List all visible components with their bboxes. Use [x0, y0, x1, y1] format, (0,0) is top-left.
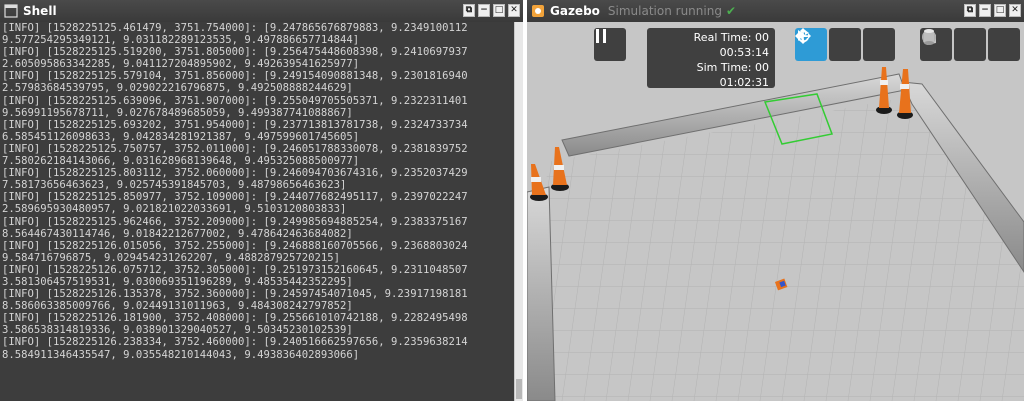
scrollbar-thumb[interactable] [516, 379, 522, 399]
close-button[interactable]: ✕ [508, 4, 520, 17]
time-display: Real Time: 00 00:53:14 Sim Time: 00 01:0… [647, 28, 775, 89]
shell-line: [INFO] [1528225125.803112, 3752.060000]:… [2, 167, 468, 180]
shell-line: [INFO] [1528225126.135378, 3752.360000]:… [2, 288, 468, 301]
shell-line: 2.57983684539795, 9.029022216796875, 9.4… [2, 82, 353, 95]
restore-button[interactable]: ⧉ [463, 4, 475, 17]
maximize-button[interactable]: □ [493, 4, 505, 17]
pause-button[interactable] [594, 28, 626, 61]
rotate-icon [797, 30, 809, 43]
minimize-button[interactable]: − [478, 4, 490, 17]
shell-line: [INFO] [1528225125.850977, 3752.109000]:… [2, 191, 468, 204]
shell-titlebar[interactable]: Shell ⧉ − □ ✕ [0, 0, 523, 22]
check-icon: ✔ [725, 4, 737, 18]
manipulation-toolbar [795, 28, 895, 61]
rotate-mode-button[interactable] [797, 28, 895, 61]
shell-line: [INFO] [1528225126.181900, 3752.408000]:… [2, 312, 468, 325]
shell-line: 8.586063385009766, 9.02449131011963, 9.4… [2, 300, 353, 313]
shapes-toolbar [920, 28, 1020, 61]
shell-output[interactable]: [INFO] [1528225125.461479, 3751.754000]:… [0, 22, 514, 401]
cylinder-icon [924, 29, 934, 45]
shell-line: 7.58173656463623, 9.025745391845703, 9.4… [2, 179, 347, 192]
shell-line: [INFO] [1528225125.693202, 3751.954000]:… [2, 118, 468, 131]
shell-line: 3.581306457519531, 9.030069351196289, 9.… [2, 275, 353, 288]
insert-sphere-button[interactable] [922, 28, 986, 61]
shell-line: [INFO] [1528225125.750757, 3752.011000]:… [2, 142, 468, 155]
gazebo-3d-viewport[interactable]: Real Time: 00 00:53:14 Sim Time: 00 01:0… [527, 22, 1024, 401]
shell-line: 9.577254295349121, 9.031182289123535, 9.… [2, 34, 360, 47]
pause-icon [596, 29, 606, 43]
minimize-button[interactable]: − [979, 4, 991, 17]
shell-line: 6.585451126098633, 9.042834281921387, 9.… [2, 130, 360, 143]
shell-line: [INFO] [1528225126.015056, 3752.255000]:… [2, 239, 468, 252]
terminal-icon [4, 4, 18, 18]
shell-line: 9.584716796875, 9.029454231262207, 9.488… [2, 251, 341, 264]
sim-time-label: Sim Time: 00 [696, 61, 769, 74]
shell-line: 8.584911346435547, 9.035548210144043, 9.… [2, 348, 360, 361]
translate-mode-button[interactable] [795, 28, 861, 61]
playback-toolbar [594, 28, 626, 61]
shell-line: [INFO] [1528225125.962466, 3752.209000]:… [2, 215, 468, 228]
shell-line: 9.56991195678711, 9.027678489685059, 9.4… [2, 106, 353, 119]
real-time-label: Real Time: 00 [693, 31, 769, 44]
shell-line: 3.586538314819336, 9.038901329040527, 9.… [2, 324, 353, 337]
shell-scrollbar[interactable] [514, 22, 523, 401]
insert-cylinder-button[interactable] [924, 28, 1020, 61]
shell-line: 2.589695930480957, 9.021821022033691, 9.… [2, 203, 347, 216]
shell-line: 2.605095863342285, 9.041127204895902, 9.… [2, 58, 360, 71]
shell-line: [INFO] [1528225125.519200, 3751.805000]:… [2, 46, 468, 59]
gazebo-titlebar[interactable]: Gazebo Simulation running ✔ ⧉ − □ ✕ [527, 0, 1024, 22]
sim-time-value: 01:02:31 [719, 76, 769, 89]
simulation-status: Simulation running [607, 4, 722, 18]
shell-line: 7.580262184143066, 9.031628968139648, 9.… [2, 155, 360, 168]
gazebo-logo-icon [532, 5, 544, 17]
restore-button[interactable]: ⧉ [964, 4, 976, 17]
close-button[interactable]: ✕ [1009, 4, 1021, 17]
scene[interactable] [527, 22, 1024, 401]
shell-line: [INFO] [1528225126.238334, 3752.460000]:… [2, 336, 468, 349]
shell-line: 8.564467430114746, 9.01842212677002, 9.4… [2, 227, 353, 240]
shell-line: [INFO] [1528225125.639096, 3751.907000]:… [2, 94, 468, 107]
real-time-value: 00:53:14 [719, 46, 769, 59]
maximize-button[interactable]: □ [994, 4, 1006, 17]
gazebo-window-title: Gazebo [550, 4, 600, 18]
shell-line: [INFO] [1528225126.075712, 3752.305000]:… [2, 263, 468, 276]
shell-window-title: Shell [23, 4, 57, 18]
shell-line: [INFO] [1528225125.579104, 3751.856000]:… [2, 70, 468, 83]
shell-line: [INFO] [1528225125.461479, 3751.754000]:… [2, 22, 468, 34]
